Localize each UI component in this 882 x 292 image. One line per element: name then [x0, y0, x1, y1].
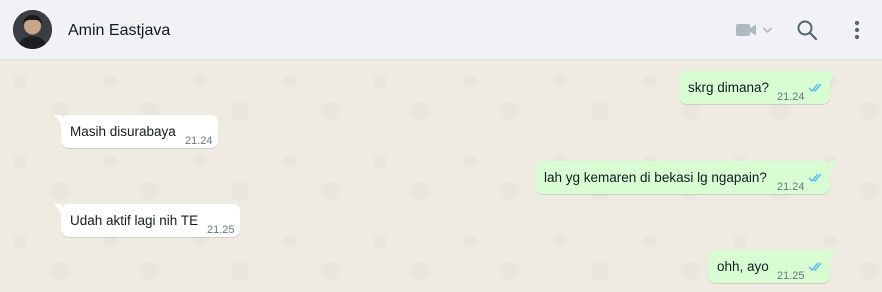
video-call-icon [736, 24, 772, 36]
avatar[interactable] [13, 10, 52, 49]
chat-header: Amin Eastjava [0, 0, 882, 60]
message-time: 21.24 [185, 135, 213, 147]
incoming-message[interactable]: Udah aktif lagi nih TE 21.25 [54, 204, 240, 237]
bubble-tail [829, 71, 837, 81]
bubble-tail [54, 115, 62, 125]
contact-name[interactable]: Amin Eastjava [68, 21, 170, 41]
read-ticks-icon [808, 173, 822, 183]
search-button[interactable] [794, 17, 820, 43]
video-call-button[interactable] [733, 19, 775, 41]
message-text: skrg dimana? [688, 80, 770, 95]
search-icon [797, 20, 818, 41]
message-list[interactable]: skrg dimana? 21.24 Masih disurabaya 21.2… [0, 61, 882, 292]
menu-button[interactable] [846, 17, 868, 43]
contact-avatar-icon [13, 10, 52, 49]
bubble-tail [54, 204, 62, 214]
message-time: 21.25 [777, 270, 805, 282]
read-ticks-icon [808, 83, 822, 93]
message-time: 21.24 [777, 91, 805, 103]
bubble-tail [829, 161, 837, 171]
outgoing-message[interactable]: lah yg kemaren di bekasi lg ngapain? 21.… [535, 161, 837, 194]
bubble-tail [829, 250, 837, 260]
read-ticks-icon [808, 262, 822, 272]
outgoing-message[interactable]: skrg dimana? 21.24 [679, 71, 837, 104]
incoming-message[interactable]: Masih disurabaya 21.24 [54, 115, 218, 148]
message-time: 21.24 [777, 181, 805, 193]
message-time: 21.25 [207, 224, 235, 236]
message-text: ohh, ayo [717, 259, 769, 274]
message-text: lah yg kemaren di bekasi lg ngapain? [544, 170, 767, 185]
menu-dots-icon [854, 20, 860, 40]
outgoing-message[interactable]: ohh, ayo 21.25 [708, 250, 837, 283]
message-text: Udah aktif lagi nih TE [70, 213, 199, 228]
message-text: Masih disurabaya [70, 124, 176, 139]
